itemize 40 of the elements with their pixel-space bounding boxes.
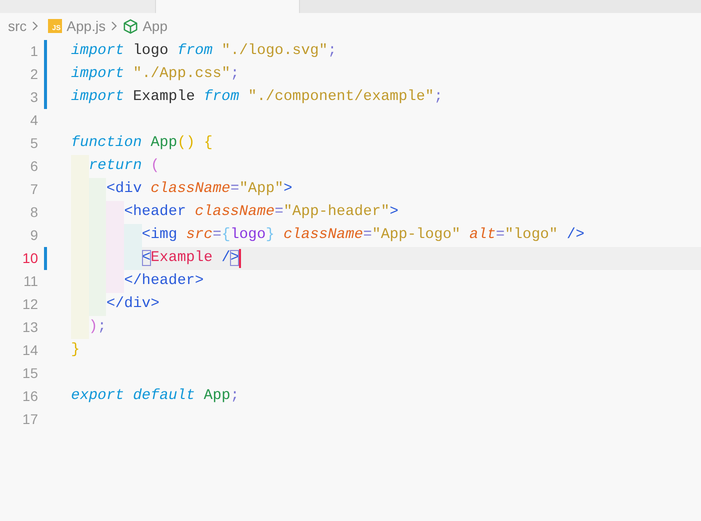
code-line: </div> [106, 295, 160, 314]
line-number: 6 [29, 157, 38, 176]
line-number: 2 [29, 65, 38, 84]
chevron-right-icon [32, 21, 39, 31]
code-line: <Example /> [142, 249, 240, 268]
line-number: 4 [29, 111, 38, 130]
line-number: 10 [21, 249, 38, 268]
code-line: import Example from "./component/example"; [71, 88, 443, 108]
line-number: 12 [21, 295, 38, 314]
code-line: export default App; [71, 387, 240, 406]
line-number: 5 [29, 134, 38, 153]
editor-tab[interactable] [156, 0, 300, 13]
code-line: ); [88, 318, 106, 338]
line-number: 11 [22, 272, 38, 291]
code-line: import logo from "./logo.svg"; [71, 42, 337, 62]
line-number: 13 [21, 318, 38, 337]
line-number: 3 [29, 88, 38, 107]
code-line: </header> [124, 272, 204, 292]
line-number: 8 [29, 203, 38, 222]
breadcrumb-symbol[interactable]: App [142, 16, 168, 36]
line-number: 17 [21, 410, 38, 429]
code-line: import "./App.css"; [71, 65, 240, 84]
code-line: <div className="App"> [106, 180, 292, 200]
cube-icon [122, 18, 138, 34]
code-line: return ( [88, 157, 160, 176]
code-line: } [71, 341, 80, 360]
chevron-right-icon [110, 21, 118, 31]
code-line: function App() { [71, 134, 213, 154]
line-number: 15 [21, 364, 38, 383]
line-number: 16 [21, 387, 38, 406]
line-number: 7 [29, 180, 38, 199]
code-line: <img src={logo} className="App-logo" alt="logo" /> [142, 226, 584, 246]
line-number: 9 [29, 226, 38, 245]
code-line: <header className="App-header"> [124, 203, 399, 222]
line-number: 14 [21, 341, 38, 360]
editor-tab[interactable] [0, 0, 156, 13]
line-number: 1 [29, 42, 38, 61]
breadcrumb-folder[interactable]: src [8, 16, 27, 36]
text-cursor [239, 249, 242, 268]
breadcrumb-file[interactable]: App.js [66, 16, 106, 36]
